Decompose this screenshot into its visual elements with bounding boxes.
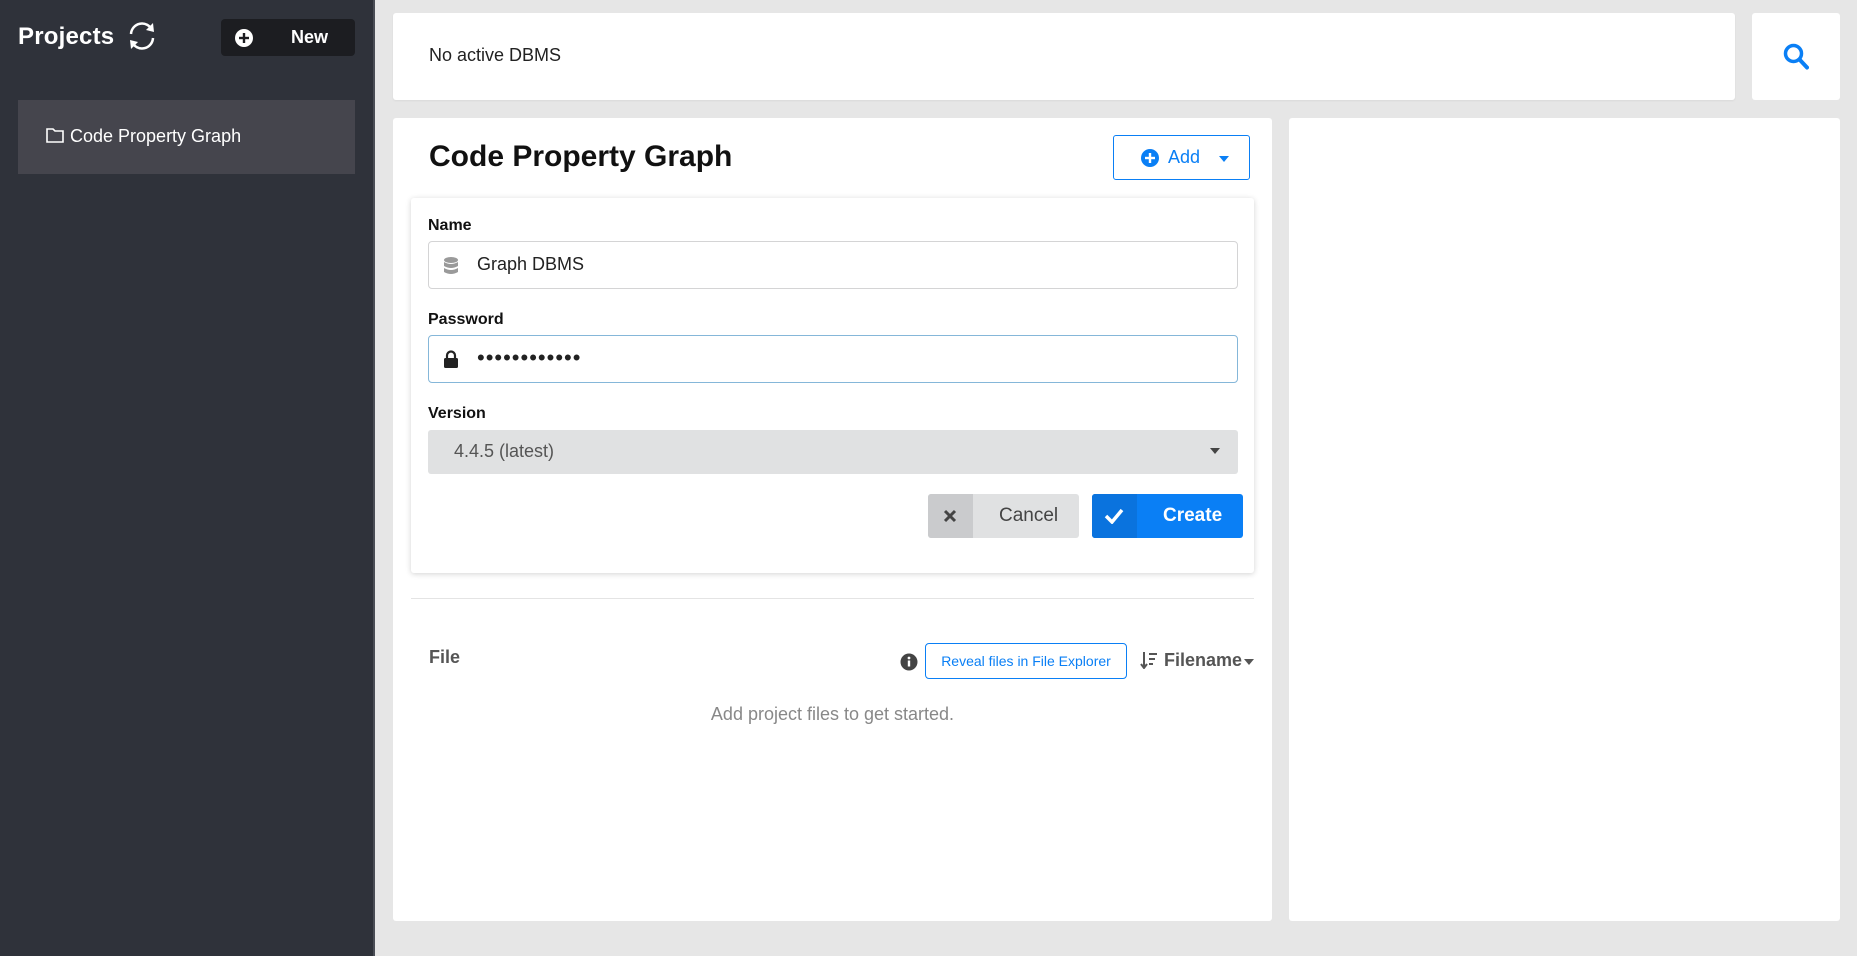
project-title: Code Property Graph — [429, 140, 733, 173]
folder-icon — [46, 128, 64, 143]
reveal-files-button[interactable]: Reveal files in File Explorer — [925, 643, 1127, 679]
info-icon[interactable] — [900, 653, 918, 671]
new-project-button[interactable]: New — [221, 19, 355, 56]
search-button[interactable] — [1752, 13, 1840, 100]
empty-files-message: Add project files to get started. — [710, 704, 955, 724]
name-label: Name — [428, 217, 472, 234]
version-value: 4.4.5 (latest) — [454, 441, 555, 461]
caret-down-icon — [1244, 659, 1254, 665]
lock-icon — [444, 350, 458, 368]
plus-circle-icon — [1141, 149, 1159, 167]
cancel-label: Cancel — [999, 505, 1059, 526]
sidebar-item-label: Code Property Graph — [70, 126, 242, 146]
caret-down-icon — [1219, 156, 1229, 162]
dbms-status-bar: No active DBMS — [393, 13, 1735, 100]
version-select[interactable]: 4.4.5 (latest) — [428, 430, 1238, 474]
password-field[interactable]: •••••••••••• — [428, 335, 1238, 383]
plus-circle-icon — [235, 29, 253, 47]
database-icon — [444, 257, 458, 274]
refresh-icon[interactable] — [124, 18, 160, 54]
divider — [411, 598, 1254, 599]
password-value: •••••••••••• — [477, 345, 582, 370]
sidebar-item-project[interactable]: Code Property Graph — [18, 100, 355, 174]
create-button[interactable]: Create — [1092, 494, 1243, 538]
name-field[interactable]: Graph DBMS — [428, 241, 1238, 289]
password-label: Password — [428, 311, 504, 328]
sidebar-title: Projects — [18, 23, 115, 50]
cancel-button[interactable]: Cancel — [928, 494, 1079, 538]
caret-down-icon — [1210, 448, 1220, 454]
add-button-label: Add — [1168, 147, 1201, 167]
sort-label: Filename — [1164, 650, 1243, 670]
name-value: Graph DBMS — [477, 254, 585, 274]
sort-icon — [1140, 652, 1157, 669]
create-dbms-form: Name Graph DBMS Password •••••••••••• Ve… — [411, 198, 1254, 573]
project-panel: Code Property Graph Add Name Graph DBMS … — [393, 118, 1272, 921]
add-button[interactable]: Add — [1113, 135, 1250, 180]
create-label: Create — [1163, 505, 1223, 526]
sidebar: Projects New Code Property Graph — [0, 0, 375, 956]
check-icon — [1104, 508, 1124, 524]
search-icon — [1783, 43, 1809, 70]
new-button-label: New — [291, 27, 329, 47]
dbms-status-text: No active DBMS — [429, 45, 562, 65]
file-column-header: File — [429, 647, 461, 667]
version-label: Version — [428, 405, 486, 422]
details-panel — [1289, 118, 1840, 921]
sort-dropdown[interactable]: Filename — [1140, 649, 1255, 675]
close-icon — [943, 509, 957, 523]
